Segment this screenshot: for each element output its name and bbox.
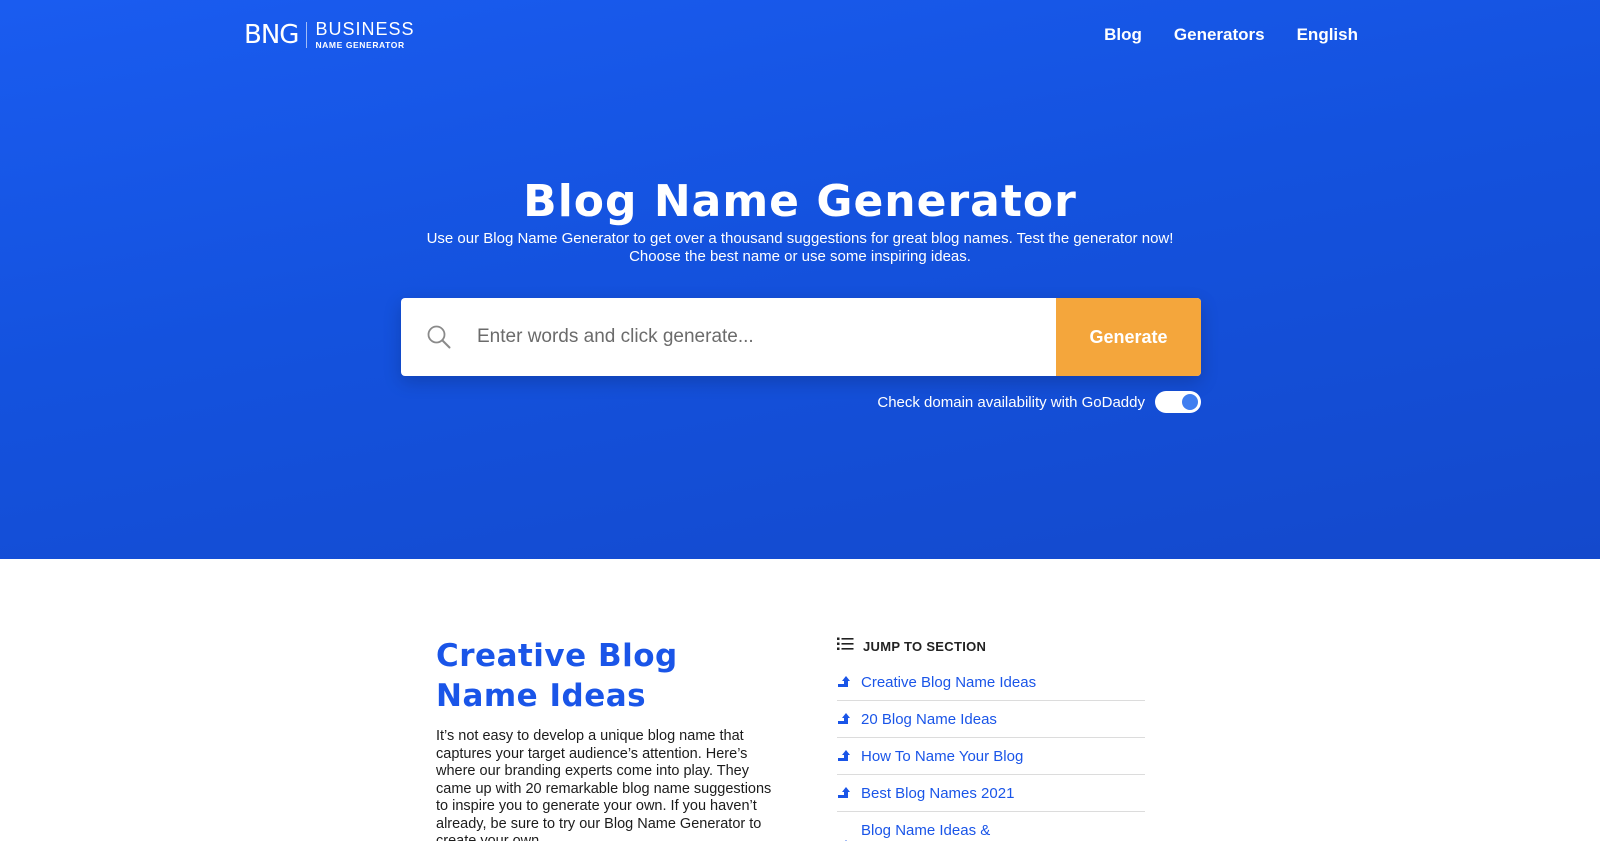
logo-text: BUSINESS NAME GENERATOR [315, 20, 414, 50]
toc-item-20-blog-name-ideas[interactable]: 20 Blog Name Ideas [837, 701, 1145, 738]
logo-line2: NAME GENERATOR [315, 40, 405, 51]
section-body: It’s not easy to develop a unique blog n… [436, 728, 772, 841]
section-title-line2: Name Ideas [436, 678, 647, 714]
toc-item-label: How To Name Your Blog [861, 747, 1024, 765]
toc-item-label: Creative Blog Name Ideas [861, 673, 1037, 691]
top-nav: Blog Generators English [1104, 25, 1358, 45]
nav-generators[interactable]: Generators [1174, 25, 1265, 45]
jump-arrow-icon [837, 746, 851, 767]
toc-item-blog-name-ideas-and[interactable]: Blog Name Ideas & [837, 812, 1145, 841]
logo-mark: BNG [244, 20, 299, 50]
page-title: Blog Name Generator [523, 176, 1077, 227]
toc-item-how-to-name-your-blog[interactable]: How To Name Your Blog [837, 738, 1145, 775]
toc-list: Creative Blog Name Ideas 20 Blog Name Id… [837, 664, 1145, 841]
generate-button[interactable]: Generate [1056, 298, 1201, 376]
toc-heading: JUMP TO SECTION [863, 638, 987, 654]
page-subtitle: Use our Blog Name Generator to get over … [0, 230, 1600, 266]
search-bar: Generate [401, 298, 1201, 376]
list-icon [837, 637, 854, 656]
intro-section: Creative Blog Name Ideas It’s not easy t… [436, 636, 781, 841]
toc-item-best-blog-names-2021[interactable]: Best Blog Names 2021 [837, 775, 1145, 812]
domain-check-toggle[interactable] [1155, 391, 1201, 413]
toc-item-label: 20 Blog Name Ideas [861, 710, 997, 728]
jump-arrow-icon [837, 672, 851, 693]
nav-blog[interactable]: Blog [1104, 25, 1142, 45]
hero-section: BNG BUSINESS NAME GENERATOR Blog Generat… [0, 0, 1600, 559]
table-of-contents: JUMP TO SECTION Creative Blog Name Ideas… [837, 636, 1145, 841]
jump-arrow-icon [837, 783, 851, 804]
logo-line1: BUSINESS [315, 19, 415, 40]
toc-header: JUMP TO SECTION [837, 636, 1145, 656]
toc-item-creative-blog-name-ideas[interactable]: Creative Blog Name Ideas [837, 664, 1145, 701]
toc-item-label: Blog Name Ideas & [861, 822, 991, 839]
section-title: Creative Blog Name Ideas [436, 636, 781, 716]
nav-language[interactable]: English [1297, 25, 1358, 45]
jump-arrow-icon [837, 836, 851, 841]
site-logo[interactable]: BNG BUSINESS NAME GENERATOR [244, 20, 414, 50]
domain-check-row: Check domain availability with GoDaddy [877, 391, 1201, 413]
section-title-line1: Creative Blog [436, 638, 678, 674]
domain-check-label: Check domain availability with GoDaddy [877, 393, 1145, 411]
jump-arrow-icon [837, 709, 851, 730]
search-input[interactable] [477, 298, 1056, 376]
search-icon [401, 298, 477, 376]
toggle-knob [1182, 394, 1198, 410]
subtitle-line1: Use our Blog Name Generator to get over … [426, 230, 1174, 247]
toc-item-label: Best Blog Names 2021 [861, 784, 1015, 802]
subtitle-line2: Choose the best name or use some inspiri… [629, 248, 971, 265]
logo-divider [306, 22, 308, 48]
